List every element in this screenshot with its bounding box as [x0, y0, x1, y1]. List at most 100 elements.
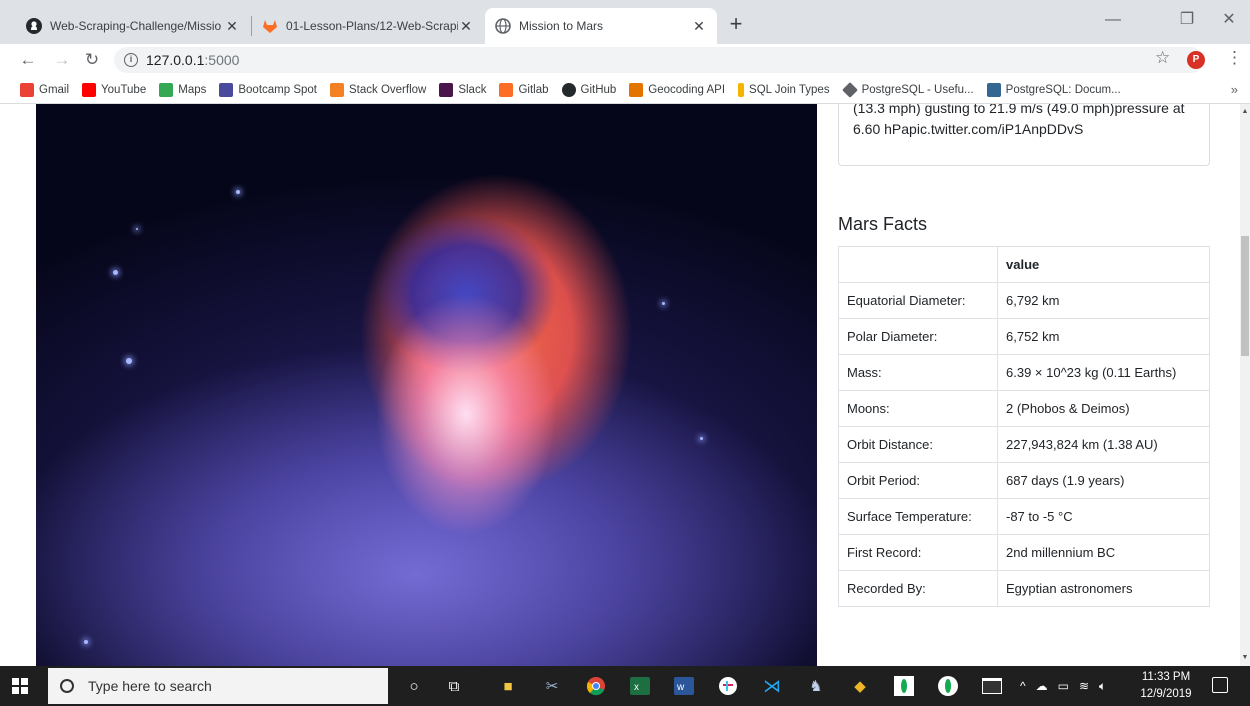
- close-tab-icon[interactable]: ✕: [691, 18, 707, 35]
- notifications-icon[interactable]: [1212, 677, 1228, 693]
- bookmark-label: YouTube: [101, 83, 147, 96]
- github-icon: [26, 18, 42, 34]
- slack-icon: [439, 82, 454, 97]
- scroll-up-icon[interactable]: ▲: [1240, 108, 1250, 115]
- bookmark-label: Slack: [458, 83, 487, 96]
- bookmark-gmail[interactable]: Gmail: [20, 82, 70, 97]
- gmail-icon: [20, 82, 34, 97]
- star-dot: [662, 302, 665, 305]
- mars-facts-table: value Equatorial Diameter: 6,792 km Polar…: [838, 246, 1210, 607]
- wifi-icon[interactable]: ≋: [1079, 679, 1089, 693]
- tab-mission-to-mars[interactable]: Mission to Mars ✕: [485, 8, 717, 44]
- more-bookmarks-icon[interactable]: »: [1231, 82, 1238, 97]
- volume-icon[interactable]: 🔈︎: [1099, 679, 1106, 694]
- bookmarks-bar: Gmail YouTube Maps Bootcamp Spot Stack O…: [0, 76, 1250, 104]
- vscode-icon[interactable]: ⋊: [760, 674, 784, 698]
- slack-icon[interactable]: [716, 674, 740, 698]
- bookmark-label: GitHub: [580, 83, 617, 96]
- fact-value: 227,943,824 km (1.38 AU): [997, 426, 1210, 463]
- table-row: Orbit Period: 687 days (1.9 years): [838, 462, 1210, 499]
- bookmark-slack[interactable]: Slack: [439, 82, 487, 97]
- close-window-icon[interactable]: ✕: [1206, 6, 1250, 34]
- snipping-tool-icon[interactable]: ✂: [540, 674, 564, 698]
- onedrive-icon[interactable]: ☁: [1036, 679, 1048, 693]
- task-view-icon[interactable]: ⧉: [442, 674, 466, 698]
- tab-lesson-plans[interactable]: 01-Lesson-Plans/12-Web-Scrapin ✕: [252, 8, 484, 44]
- pgadmin-icon[interactable]: ♞: [804, 674, 828, 698]
- close-tab-icon[interactable]: ✕: [458, 18, 474, 35]
- clock-time: 11:33 PM: [1141, 671, 1191, 683]
- restore-icon[interactable]: ❐: [1164, 6, 1210, 34]
- tableau-icon[interactable]: ◆: [848, 674, 872, 698]
- minimize-icon[interactable]: —: [1090, 6, 1136, 34]
- globe-icon: [495, 18, 511, 34]
- diamond-icon: [841, 81, 858, 98]
- fact-value: 2 (Phobos & Deimos): [997, 390, 1210, 427]
- bookmark-label: Geocoding API: [648, 83, 726, 96]
- bookmark-geocoding-api[interactable]: Geocoding API: [629, 82, 726, 97]
- bookmark-gitlab[interactable]: Gitlab: [499, 82, 549, 97]
- fact-value: 6,752 km: [997, 318, 1210, 355]
- taskbar-clock[interactable]: 11:33 PM 12/9/2019: [1136, 669, 1196, 703]
- svg-text:w: w: [676, 682, 685, 693]
- info-icon[interactable]: i: [124, 53, 138, 67]
- bookmark-bootcamp-spot[interactable]: Bootcamp Spot: [219, 82, 317, 97]
- mongodb-icon[interactable]: [936, 674, 960, 698]
- bookmark-postgresql-useful[interactable]: PostgreSQL - Usefu...: [841, 81, 974, 98]
- windows-start-icon[interactable]: [12, 678, 28, 694]
- bookmark-star-icon[interactable]: ☆: [1155, 48, 1170, 68]
- fact-value: 2nd millennium BC: [997, 534, 1210, 571]
- table-row: Surface Temperature: -87 to -5 °C: [838, 498, 1210, 535]
- page-scrollbar[interactable]: ▲ ▼: [1240, 104, 1250, 666]
- mongodb-compass-icon[interactable]: [892, 674, 916, 698]
- scroll-thumb[interactable]: [1241, 236, 1249, 356]
- stack-overflow-icon: [330, 82, 344, 97]
- back-arrow-icon[interactable]: ←: [16, 48, 40, 72]
- bookmark-label: Maps: [178, 83, 207, 96]
- chrome-icon[interactable]: [584, 674, 608, 698]
- header-cell-key: [838, 246, 998, 283]
- bookmark-label: Gmail: [39, 83, 70, 96]
- word-icon[interactable]: w: [672, 674, 696, 698]
- menu-kebab-icon[interactable]: ⋮: [1226, 48, 1243, 68]
- forward-arrow-icon[interactable]: →: [50, 48, 74, 72]
- fact-key: Orbit Period:: [838, 462, 998, 499]
- battery-icon[interactable]: ▭: [1058, 679, 1069, 693]
- taskbar-search-input[interactable]: Type here to search: [48, 668, 388, 704]
- chevron-up-icon[interactable]: ^: [1020, 679, 1026, 693]
- fact-key: Moons:: [838, 390, 998, 427]
- fact-value: 6,792 km: [997, 282, 1210, 319]
- page-viewport: (13.3 mph) gusting to 21.9 m/s (49.0 mph…: [0, 104, 1240, 666]
- star-dot: [700, 437, 703, 440]
- github-icon: [561, 82, 576, 97]
- profile-avatar[interactable]: P: [1187, 51, 1205, 69]
- fact-key: Surface Temperature:: [838, 498, 998, 535]
- cortana-icon[interactable]: ○: [402, 674, 426, 698]
- bookmark-stack-overflow[interactable]: Stack Overflow: [330, 82, 426, 97]
- bookmark-postgresql-docs[interactable]: PostgreSQL: Docum...: [986, 82, 1121, 97]
- bookmark-label: PostgreSQL: Docum...: [1005, 83, 1121, 96]
- new-tab-button[interactable]: +: [724, 10, 748, 38]
- table-row: Equatorial Diameter: 6,792 km: [838, 282, 1210, 319]
- terminal-icon[interactable]: [980, 674, 1004, 698]
- reload-icon[interactable]: ↻: [80, 48, 104, 72]
- bookmark-github[interactable]: GitHub: [561, 82, 617, 97]
- address-bar[interactable]: i 127.0.0.1:5000: [114, 47, 1204, 73]
- bookmark-sql-join-types[interactable]: SQL Join Types: [738, 82, 830, 97]
- bar-chart-icon: [738, 82, 745, 97]
- scroll-down-icon[interactable]: ▼: [1240, 654, 1250, 661]
- table-row: Recorded By: Egyptian astronomers: [838, 570, 1210, 607]
- file-explorer-icon[interactable]: ■: [496, 674, 520, 698]
- gitlab-icon: [263, 20, 277, 33]
- table-row: Orbit Distance: 227,943,824 km (1.38 AU): [838, 426, 1210, 463]
- gitlab-icon: [499, 82, 514, 97]
- tab-web-scraping-challenge[interactable]: Web-Scraping-Challenge/Missio ✕: [16, 8, 250, 44]
- excel-icon[interactable]: x: [628, 674, 652, 698]
- bookmark-maps[interactable]: Maps: [159, 82, 207, 97]
- close-tab-icon[interactable]: ✕: [224, 18, 240, 35]
- youtube-icon: [82, 82, 97, 97]
- bookmark-youtube[interactable]: YouTube: [82, 82, 147, 97]
- address-port: :5000: [204, 52, 240, 68]
- star-dot: [126, 358, 132, 364]
- tab-label: 01-Lesson-Plans/12-Web-Scrapin: [286, 19, 458, 33]
